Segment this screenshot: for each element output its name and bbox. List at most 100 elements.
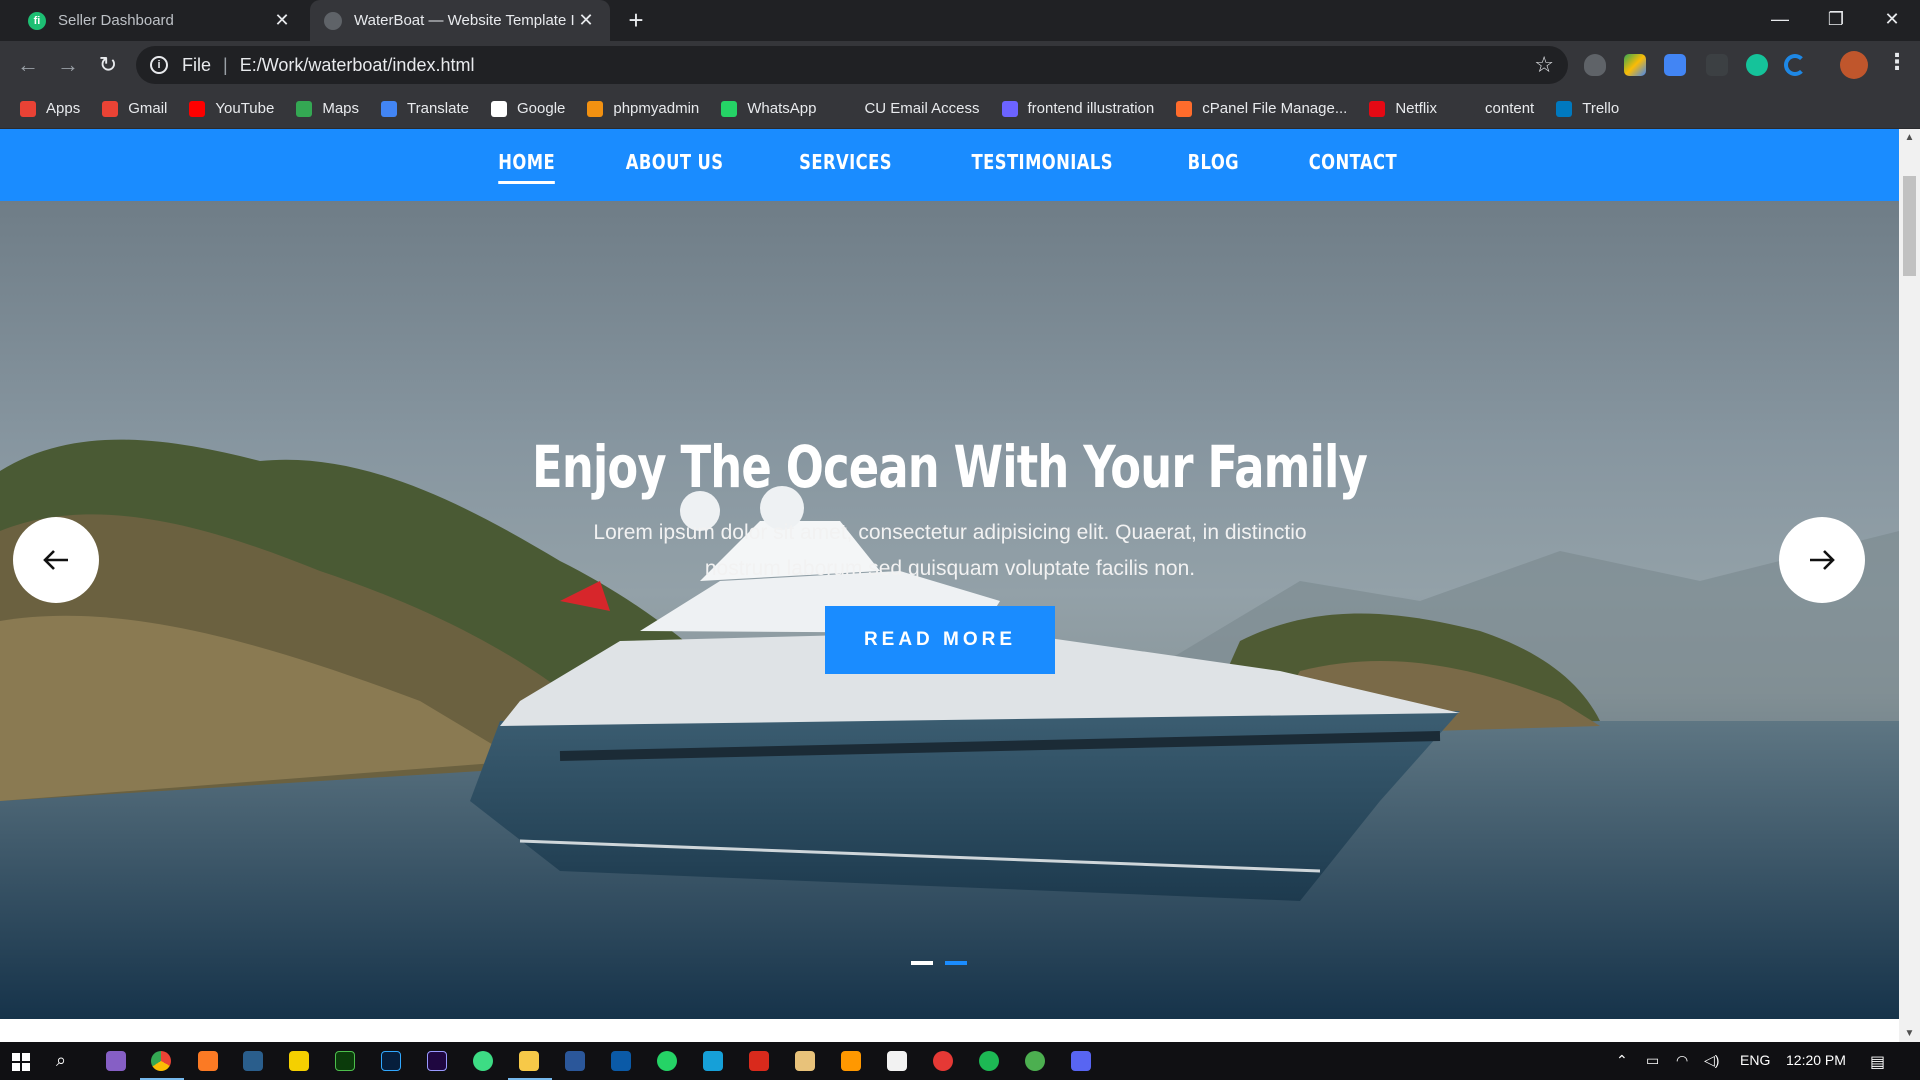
new-tab-button[interactable]: + xyxy=(622,6,650,34)
word-icon[interactable] xyxy=(565,1051,585,1071)
sql-icon[interactable] xyxy=(243,1051,263,1071)
dreamweaver-icon[interactable] xyxy=(335,1051,355,1071)
tab-waterboat[interactable]: WaterBoat — Website Template I ✕ xyxy=(310,0,610,41)
scroll-down-icon[interactable]: ▼ xyxy=(1899,1025,1920,1042)
page-scrollbar[interactable]: ▲ ▼ xyxy=(1899,129,1920,1042)
reload-button[interactable]: ↻ xyxy=(94,51,122,79)
discord-icon[interactable] xyxy=(1071,1051,1091,1071)
bookmark-label: Netflix xyxy=(1395,100,1438,117)
bookmark-phpmyadmin[interactable]: phpmyadmin xyxy=(587,100,699,117)
read-more-button[interactable]: READ MORE xyxy=(825,606,1055,674)
nav-link-services[interactable]: SERVICES xyxy=(799,150,892,180)
language-indicator[interactable]: ENG xyxy=(1740,1052,1770,1068)
sublime-text-icon[interactable] xyxy=(841,1051,861,1071)
profile-avatar[interactable] xyxy=(1840,51,1868,79)
url-scheme: File xyxy=(182,54,212,75)
forward-button[interactable]: → xyxy=(54,51,82,79)
previous-slide-button[interactable] xyxy=(13,517,99,603)
close-icon[interactable]: ✕ xyxy=(576,10,596,31)
bookmark-netflix[interactable]: Netflix xyxy=(1369,100,1437,117)
gmail-icon xyxy=(102,100,119,117)
bookmark-star-icon[interactable]: ☆ xyxy=(1534,52,1554,78)
android-icon[interactable] xyxy=(473,1051,493,1071)
popcorn-icon[interactable] xyxy=(887,1051,907,1071)
fiverr-icon: fi xyxy=(28,11,46,30)
nav-link-home[interactable]: HOME xyxy=(498,150,556,184)
nav-link-about-us[interactable]: ABOUT US xyxy=(626,150,724,180)
windows-start-icon[interactable] xyxy=(12,1053,30,1071)
pencil-app-icon[interactable] xyxy=(703,1051,723,1071)
bookmark-apps[interactable]: Apps xyxy=(20,100,80,117)
tab-seller-dashboard[interactable]: fi Seller Dashboard ✕ xyxy=(14,0,306,41)
globe-app-icon[interactable] xyxy=(1025,1051,1045,1071)
scroll-up-icon[interactable]: ▲ xyxy=(1899,129,1920,146)
nav-link-blog[interactable]: BLOG xyxy=(1188,150,1239,180)
wifi-icon[interactable]: ◠ xyxy=(1676,1052,1688,1069)
tab-strip: fi Seller Dashboard ✕ WaterBoat — Websit… xyxy=(0,0,1920,41)
xampp-icon[interactable] xyxy=(198,1051,218,1071)
bookmark-cu-email-access[interactable]: CU Email Access xyxy=(838,100,980,117)
next-slide-button[interactable] xyxy=(1779,517,1865,603)
nav-link-testimonials[interactable]: TESTIMONIALS xyxy=(971,150,1112,180)
bookmarks-bar: Apps Gmail YouTube Maps Translate Google phpmy… xyxy=(0,89,1920,129)
address-bar[interactable]: i File | E:/Work/waterboat/index.html ☆ xyxy=(136,46,1568,84)
notification-icon[interactable]: ▤ xyxy=(1870,1052,1885,1072)
bookmark-label: frontend illustration xyxy=(1027,100,1155,117)
info-icon[interactable]: i xyxy=(150,56,168,74)
back-button[interactable]: ← xyxy=(14,51,42,79)
bookmark-google[interactable]: Google xyxy=(491,100,565,117)
battery-icon[interactable]: ▭ xyxy=(1646,1052,1659,1069)
globe-icon xyxy=(324,11,342,30)
apps-grid-icon xyxy=(20,100,36,117)
menu-icon[interactable]: ⋮ xyxy=(1886,49,1908,75)
netflix-icon xyxy=(1369,100,1386,117)
shield-extension-icon[interactable] xyxy=(1584,54,1606,76)
calendar-app-icon[interactable] xyxy=(611,1051,631,1071)
bookmark-label: YouTube xyxy=(215,100,275,117)
hero-subtitle: Lorem ipsum dolor sit amet, consectetur … xyxy=(593,521,1307,580)
bookmark-trello[interactable]: Trello xyxy=(1556,100,1619,117)
volume-icon[interactable]: ◁) xyxy=(1704,1052,1719,1069)
bookmark-youtube[interactable]: YouTube xyxy=(189,100,274,117)
chrome-icon[interactable] xyxy=(151,1051,171,1071)
clock[interactable]: 12:20 PM xyxy=(1786,1052,1846,1068)
pen-extension-icon[interactable] xyxy=(1706,54,1728,76)
bookmark-translate[interactable]: Translate xyxy=(381,100,469,117)
bookmark-label: Translate xyxy=(407,100,469,117)
color-extension-icon[interactable] xyxy=(1624,54,1646,76)
minimize-button[interactable]: — xyxy=(1752,0,1808,41)
bookmark-whatsapp[interactable]: WhatsApp xyxy=(721,100,816,117)
whatsapp-icon[interactable] xyxy=(657,1051,677,1071)
nav-link-contact[interactable]: CONTACT xyxy=(1309,150,1397,180)
bookmark-frontend-illustration[interactable]: frontend illustration xyxy=(1001,100,1155,117)
bookmark-gmail[interactable]: Gmail xyxy=(102,100,167,117)
after-effects-icon[interactable] xyxy=(427,1051,447,1071)
trello-icon xyxy=(1556,100,1573,117)
slide-dot-1[interactable] xyxy=(911,961,933,965)
page-viewport: HOME ABOUT US SERVICES TESTIMONIALS BLOG CONT… xyxy=(0,129,1899,1042)
close-window-button[interactable]: ✕ xyxy=(1864,0,1920,41)
scroll-thumb[interactable] xyxy=(1903,176,1916,276)
visual-studio-icon[interactable] xyxy=(106,1051,126,1071)
sticky-notes-icon[interactable] xyxy=(289,1051,309,1071)
git-kraken-icon[interactable] xyxy=(795,1051,815,1071)
pdf-app-icon[interactable] xyxy=(933,1051,953,1071)
translate-extension-icon[interactable] xyxy=(1664,54,1686,76)
bookmark-label: Trello xyxy=(1582,100,1620,117)
grammarly-icon[interactable] xyxy=(1746,54,1768,76)
acrobat-icon[interactable] xyxy=(749,1051,769,1071)
bookmark-content[interactable]: content xyxy=(1459,100,1534,117)
photoshop-icon[interactable] xyxy=(381,1051,401,1071)
spotify-icon[interactable] xyxy=(979,1051,999,1071)
c-extension-icon[interactable] xyxy=(1784,54,1806,76)
bookmark-cpanel-file-manage[interactable]: cPanel File Manage... xyxy=(1176,100,1347,117)
maps-pin-icon xyxy=(296,100,313,117)
search-icon[interactable]: ⌕ xyxy=(56,1050,66,1071)
restore-button[interactable]: ❐ xyxy=(1808,0,1864,41)
url-separator: | xyxy=(223,54,228,75)
close-icon[interactable]: ✕ xyxy=(272,10,292,31)
bookmark-maps[interactable]: Maps xyxy=(296,100,359,117)
file-explorer-icon[interactable] xyxy=(519,1051,539,1071)
slide-dot-2[interactable] xyxy=(945,961,967,965)
tray-chevron-icon[interactable]: ⌃ xyxy=(1616,1052,1628,1069)
